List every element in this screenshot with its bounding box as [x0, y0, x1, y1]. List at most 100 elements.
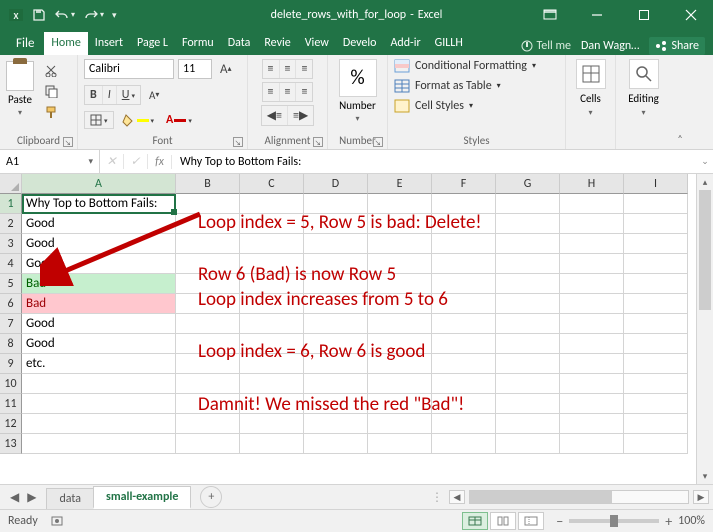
cell[interactable] — [624, 214, 688, 234]
fx-icon[interactable]: fx — [148, 155, 172, 169]
collapse-ribbon-icon[interactable]: ˄ — [671, 55, 689, 149]
cell[interactable] — [624, 374, 688, 394]
decrease-indent-icon[interactable]: ◀≡ — [262, 106, 288, 125]
cell[interactable] — [496, 214, 560, 234]
maximize-button[interactable] — [621, 0, 666, 30]
cell[interactable] — [240, 434, 304, 454]
redo-icon[interactable]: ▾ — [83, 8, 104, 22]
underline-button[interactable]: U▾ — [117, 86, 140, 104]
borders-button[interactable]: ▾ — [85, 112, 113, 128]
tab-page-layout[interactable]: Page L — [130, 32, 175, 55]
cell[interactable] — [240, 234, 304, 254]
formula-input[interactable] — [172, 155, 697, 169]
increase-indent-icon[interactable]: ≡▶ — [288, 106, 313, 125]
cell[interactable] — [22, 394, 176, 414]
align-left-icon[interactable]: ≡ — [263, 83, 280, 101]
expand-formula-bar-icon[interactable]: ⌄ — [697, 156, 713, 167]
zoom-slider[interactable] — [569, 519, 659, 523]
zoom-level[interactable]: 100% — [678, 514, 705, 528]
cell[interactable] — [560, 354, 624, 374]
cut-icon[interactable] — [40, 61, 62, 79]
sheet-nav-next-icon[interactable]: ▶ — [27, 490, 36, 505]
align-middle-icon[interactable]: ≡ — [280, 60, 297, 78]
cell[interactable] — [368, 314, 432, 334]
cell[interactable] — [560, 374, 624, 394]
row-header[interactable]: 12 — [0, 414, 22, 434]
bold-button[interactable]: B — [85, 86, 103, 104]
sheet-tab-small-example[interactable]: small-example — [93, 486, 191, 509]
hscroll-right-icon[interactable]: ▶ — [693, 490, 709, 504]
cell[interactable] — [624, 354, 688, 374]
table-row[interactable]: 3Good — [0, 234, 713, 254]
cell[interactable] — [304, 314, 368, 334]
cell[interactable] — [624, 194, 688, 214]
cell[interactable] — [496, 354, 560, 374]
horizontal-scrollbar[interactable] — [469, 490, 689, 504]
tab-review[interactable]: Revie — [257, 32, 297, 55]
col-header-a[interactable]: A — [22, 174, 176, 194]
cell[interactable] — [22, 434, 176, 454]
cell[interactable] — [624, 394, 688, 414]
row-header[interactable]: 1 — [0, 194, 22, 214]
cell[interactable] — [22, 414, 176, 434]
cell[interactable] — [176, 374, 240, 394]
cell[interactable] — [560, 194, 624, 214]
cell[interactable] — [432, 334, 496, 354]
cell[interactable]: Bad — [22, 294, 176, 314]
copy-icon[interactable] — [40, 82, 62, 100]
cell[interactable] — [624, 334, 688, 354]
alignment-dialog-launcher[interactable]: ↘ — [313, 137, 323, 147]
cell[interactable] — [624, 434, 688, 454]
cell[interactable] — [560, 214, 624, 234]
cell[interactable]: Good — [22, 214, 176, 234]
cell[interactable] — [624, 414, 688, 434]
cell[interactable] — [432, 234, 496, 254]
cell[interactable] — [304, 234, 368, 254]
cell[interactable]: Good — [22, 234, 176, 254]
table-row[interactable]: 7Good — [0, 314, 713, 334]
cell[interactable] — [176, 314, 240, 334]
cell[interactable]: Good — [22, 254, 176, 274]
col-header-d[interactable]: D — [304, 174, 368, 194]
cell[interactable] — [624, 234, 688, 254]
cell[interactable] — [240, 374, 304, 394]
cell[interactable] — [368, 434, 432, 454]
cell[interactable] — [496, 254, 560, 274]
cell[interactable] — [560, 394, 624, 414]
align-bottom-icon[interactable]: ≡ — [296, 60, 312, 78]
cell[interactable] — [432, 314, 496, 334]
worksheet-grid[interactable]: A B C D E F G H I 1Why Top to Bottom Fai… — [0, 174, 713, 484]
row-header[interactable]: 13 — [0, 434, 22, 454]
row-header[interactable]: 8 — [0, 334, 22, 354]
hscroll-left-icon[interactable]: ◀ — [449, 490, 465, 504]
cell[interactable] — [624, 294, 688, 314]
tab-addins[interactable]: Add-ir — [383, 32, 427, 55]
select-all-corner[interactable] — [0, 174, 22, 194]
cell[interactable] — [496, 294, 560, 314]
cell[interactable]: etc. — [22, 354, 176, 374]
align-center-icon[interactable]: ≡ — [280, 83, 297, 101]
cell[interactable] — [368, 374, 432, 394]
cell[interactable] — [304, 434, 368, 454]
cell[interactable] — [624, 274, 688, 294]
macro-record-icon[interactable] — [50, 514, 64, 528]
row-header[interactable]: 4 — [0, 254, 22, 274]
table-row[interactable]: 10 — [0, 374, 713, 394]
align-top-icon[interactable]: ≡ — [263, 60, 280, 78]
minimize-button[interactable] — [574, 0, 619, 30]
cell[interactable] — [624, 254, 688, 274]
cell[interactable]: Bad — [22, 274, 176, 294]
cell[interactable] — [496, 314, 560, 334]
number-dialog-launcher[interactable]: ↘ — [373, 137, 383, 147]
cell[interactable] — [496, 394, 560, 414]
italic-button[interactable]: I — [103, 86, 117, 104]
increase-font-icon[interactable]: A▴ — [216, 60, 236, 79]
tab-insert[interactable]: Insert — [88, 32, 130, 55]
cancel-formula-icon[interactable]: ✕ — [100, 154, 124, 169]
cell[interactable] — [432, 374, 496, 394]
cell[interactable]: Good — [22, 314, 176, 334]
cell[interactable] — [560, 294, 624, 314]
cell[interactable] — [624, 314, 688, 334]
col-header-i[interactable]: I — [624, 174, 688, 194]
col-header-b[interactable]: B — [176, 174, 240, 194]
